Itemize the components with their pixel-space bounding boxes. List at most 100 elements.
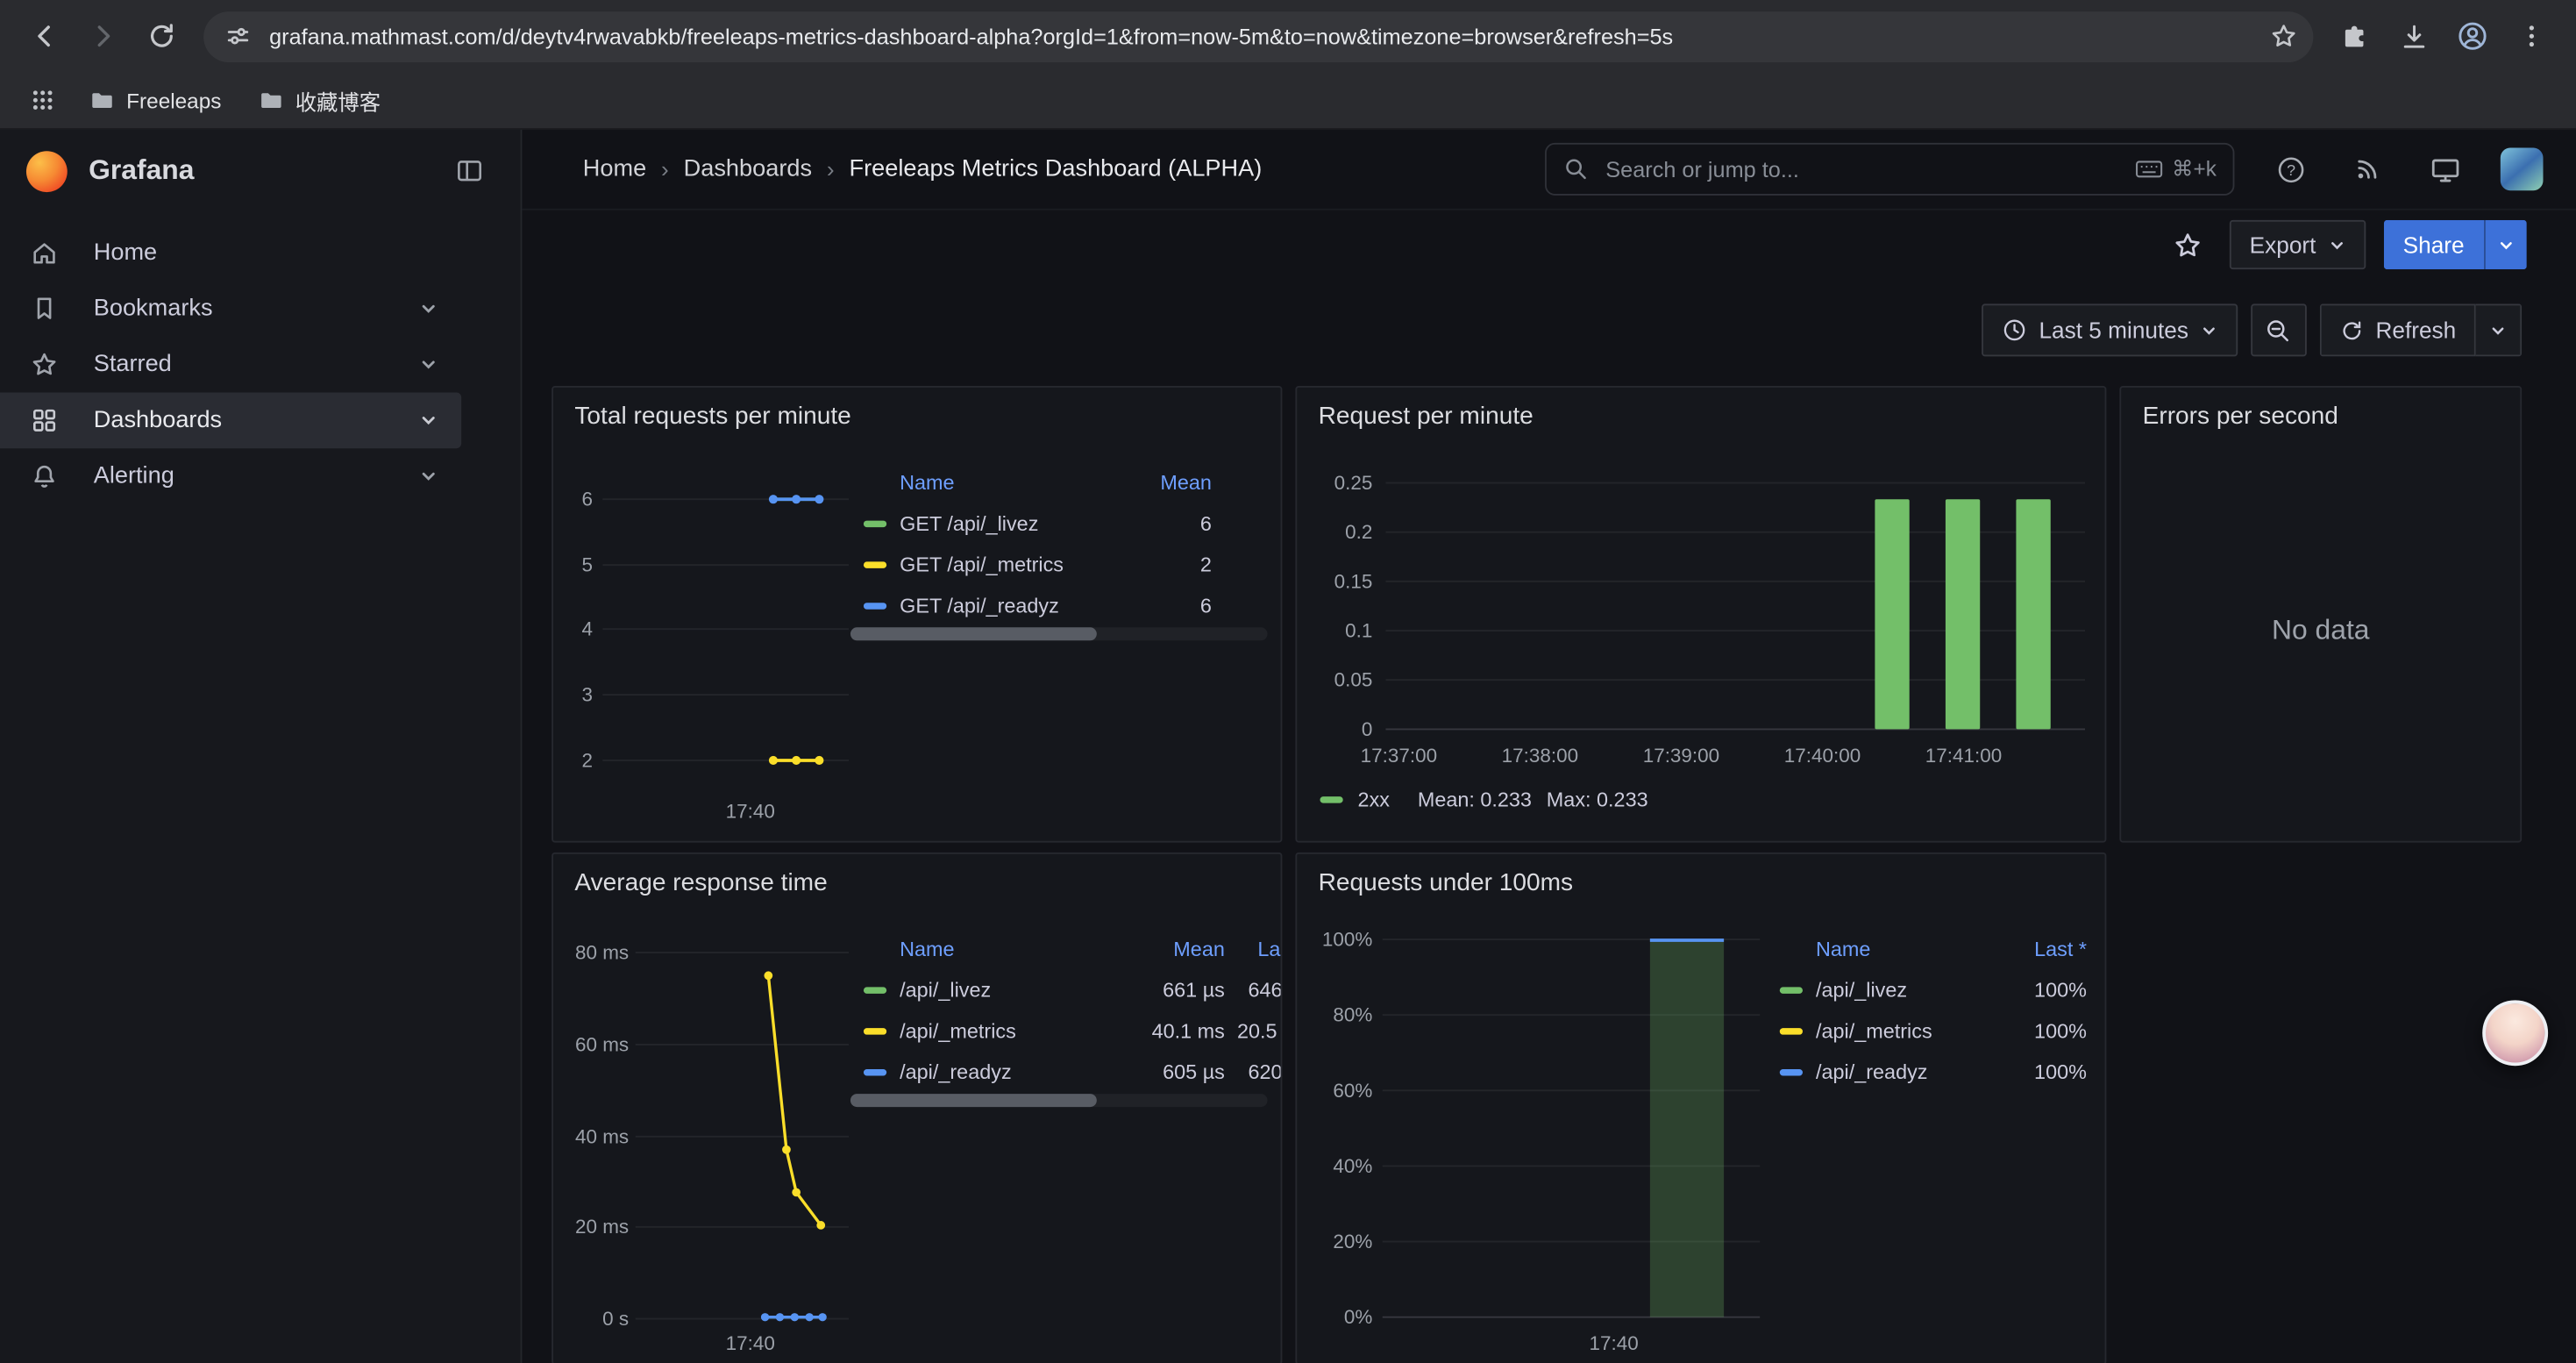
legend-row[interactable]: GET /api/_metrics 2 [850, 544, 1212, 585]
refresh-label: Refresh [2375, 317, 2456, 343]
time-range-picker[interactable]: Last 5 minutes [1982, 303, 2238, 356]
bookmark-icon [30, 294, 60, 324]
address-bar[interactable]: grafana.mathmast.com/d/deytv4rwavabkb/fr… [203, 11, 2313, 61]
grafana-logo[interactable] [26, 150, 68, 191]
legend-col-last[interactable]: Last * [1989, 938, 2087, 960]
legend-col-last[interactable]: Last * [1225, 938, 1283, 960]
export-button[interactable]: Export [2230, 220, 2365, 269]
refresh-button[interactable]: Refresh [2320, 303, 2476, 356]
user-avatar[interactable] [2497, 145, 2546, 194]
site-settings-icon[interactable] [224, 21, 253, 51]
menu-kebab-icon[interactable] [2504, 8, 2560, 64]
bar-chart[interactable] [1385, 470, 2085, 736]
grafana-top-nav: Home › Dashboards › Freeleaps Metrics Da… [522, 130, 2575, 211]
bookmark-folder-freeleaps[interactable]: Freeleaps [75, 79, 234, 122]
back-button[interactable] [17, 8, 73, 64]
stacked-bar [1650, 939, 1724, 1317]
extensions-icon[interactable] [2326, 8, 2382, 64]
forward-button[interactable] [75, 8, 132, 64]
legend-scrollbar[interactable] [850, 1094, 1268, 1107]
series-color-swatch [1320, 796, 1342, 803]
panel-title[interactable]: Requests under 100ms [1319, 869, 1573, 897]
legend-row[interactable]: /api/_metrics 100% [1767, 1010, 2087, 1052]
time-range-label: Last 5 minutes [2039, 317, 2188, 343]
dock-sidebar-button[interactable] [445, 146, 494, 196]
breadcrumb-home[interactable]: Home [583, 156, 646, 182]
series-line-metrics [768, 975, 821, 1225]
legend-col-name[interactable]: Name [1767, 938, 1989, 960]
panel-title[interactable]: Request per minute [1319, 403, 1534, 431]
legend-row[interactable]: /api/_livez 661 µs 646 µs [850, 969, 1282, 1010]
breadcrumb-dashboards[interactable]: Dashboards [684, 156, 812, 182]
series-name[interactable]: 2xx [1358, 789, 1390, 811]
chevron-down-icon [418, 467, 438, 486]
legend-table: Name Mean Last * /api/_livez 661 µs 646 … [850, 930, 1282, 1092]
search-input[interactable] [1603, 155, 2122, 183]
refresh-interval-button[interactable] [2476, 303, 2522, 356]
no-data-message: No data [2121, 420, 2520, 840]
sidebar-item-label: Home [94, 239, 157, 266]
panel-title[interactable]: Total requests per minute [574, 403, 850, 431]
downloads-icon[interactable] [2386, 8, 2442, 64]
favorite-star-button[interactable] [2162, 220, 2211, 269]
legend-row[interactable]: GET /api/_readyz 6 [850, 585, 1212, 626]
profile-icon[interactable] [2444, 8, 2501, 64]
legend-row[interactable]: /api/_livez 100% [1767, 969, 2087, 1010]
search-box[interactable]: ⌘+k [1545, 143, 2234, 196]
y-tick: 0 [1300, 716, 1372, 742]
legend-col-name[interactable]: Name [850, 471, 1133, 494]
legend-row[interactable]: GET /api/_livez 6 [850, 503, 1212, 544]
legend-row[interactable]: /api/_metrics 40.1 ms 20.5 ms [850, 1010, 1282, 1052]
bar-chart[interactable] [1383, 923, 1761, 1330]
url-text[interactable]: grafana.mathmast.com/d/deytv4rwavabkb/fr… [269, 24, 2260, 48]
legend-row[interactable]: /api/_readyz 100% [1767, 1051, 2087, 1092]
sidebar-item-starred[interactable]: Starred [0, 337, 461, 393]
y-tick: 60% [1304, 1077, 1373, 1103]
keyboard-icon [2134, 154, 2164, 184]
rss-button[interactable] [2343, 145, 2392, 194]
bell-icon [30, 461, 60, 491]
zoom-out-button[interactable] [2251, 303, 2307, 356]
monitor-icon [2429, 153, 2460, 185]
share-menu-button[interactable] [2484, 220, 2527, 269]
y-tick: 5 [553, 552, 593, 578]
legend-col-name[interactable]: Name [850, 938, 1133, 960]
legend-col-mean[interactable]: Mean [1133, 938, 1225, 960]
reload-button[interactable] [135, 8, 191, 64]
sidebar-item-home[interactable]: Home [0, 225, 461, 282]
share-button-group: Share [2383, 220, 2527, 269]
y-tick: 20 ms [557, 1214, 629, 1240]
bookmark-folder-blog[interactable]: 收藏博客 [245, 79, 394, 122]
bookmark-star-icon[interactable] [2260, 13, 2306, 59]
sidebar-item-bookmarks[interactable]: Bookmarks [0, 281, 461, 337]
series-name: /api/_livez [900, 978, 1133, 1001]
legend-row[interactable]: /api/_readyz 605 µs 620 µs [850, 1051, 1282, 1092]
dashboard-main: Home › Dashboards › Freeleaps Metrics Da… [522, 130, 2575, 1363]
sidebar-item-alerting[interactable]: Alerting [0, 448, 461, 504]
line-chart[interactable] [602, 473, 849, 785]
scrollbar-thumb[interactable] [850, 627, 1097, 640]
sidebar-item-dashboards[interactable]: Dashboards [0, 393, 461, 449]
floating-assistant-avatar[interactable] [2482, 1000, 2548, 1066]
y-tick: 0.05 [1300, 667, 1372, 693]
share-button[interactable]: Share [2383, 220, 2484, 269]
panel-requests-under-100ms: Requests under 100ms 100% 80% 60% 40% 20… [1295, 853, 2106, 1363]
apps-grid-icon[interactable] [19, 77, 65, 123]
breadcrumb-separator: › [827, 156, 835, 182]
help-button[interactable]: ? [2266, 145, 2315, 194]
legend-col-mean[interactable]: Mean [1133, 471, 1212, 494]
sidebar-nav: Home Bookmarks Starred Dashboards [0, 212, 521, 504]
scrollbar-thumb[interactable] [850, 1094, 1097, 1107]
legend-scrollbar[interactable] [850, 627, 1268, 640]
chevron-down-icon [2497, 236, 2516, 254]
legend-inline[interactable]: 2xx Mean: 0.233 Max: 0.233 [1320, 789, 1647, 811]
series-mean: 40.1 ms [1133, 1019, 1225, 1042]
y-tick: 40 ms [557, 1124, 629, 1150]
panel-title[interactable]: Average response time [574, 869, 827, 897]
line-chart[interactable] [636, 933, 849, 1344]
export-label: Export [2250, 232, 2316, 258]
sidebar-item-label: Starred [94, 352, 172, 378]
avatar [2501, 148, 2544, 191]
series-mean: 6 [1133, 511, 1212, 534]
display-button[interactable] [2420, 145, 2469, 194]
